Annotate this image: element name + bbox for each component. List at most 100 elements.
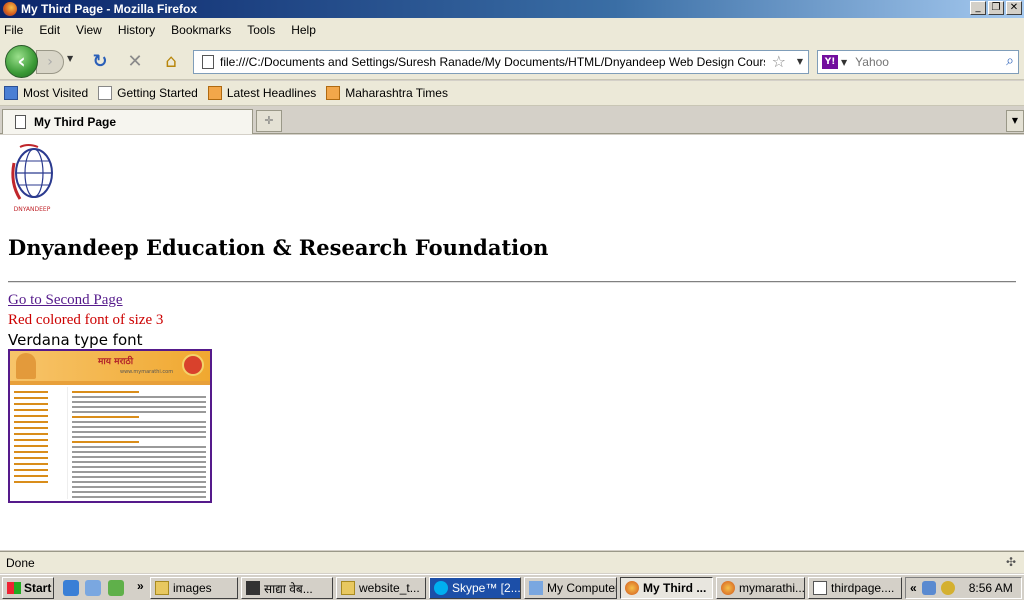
resize-grip-icon[interactable]: ✣ — [1002, 555, 1020, 571]
page-icon — [202, 55, 214, 69]
reload-icon[interactable]: ↻ — [89, 51, 111, 73]
window-controls: _ ❐ ✕ — [970, 1, 1022, 15]
task-my-computer[interactable]: My Computer — [524, 577, 617, 599]
quicklaunch-icon[interactable] — [85, 580, 101, 596]
bookmark-star-icon[interactable]: ☆ — [772, 52, 786, 71]
close-button[interactable]: ✕ — [1006, 1, 1022, 15]
start-button[interactable]: Start — [2, 577, 54, 599]
task-mymarathi[interactable]: mymarathi... — [716, 577, 805, 599]
mymarathi-image-link[interactable]: माय मराठी www.mymarathi.com — [8, 349, 212, 503]
computer-icon — [529, 581, 543, 595]
thumb-main — [72, 391, 206, 501]
address-bar[interactable]: file:///C:/Documents and Settings/Suresh… — [193, 50, 809, 74]
bookmark-latest-headlines[interactable]: Latest Headlines — [207, 86, 317, 100]
page-icon — [98, 86, 113, 100]
url-text[interactable]: file:///C:/Documents and Settings/Suresh… — [220, 55, 765, 69]
list-all-tabs-button[interactable]: ▼ — [1006, 110, 1024, 132]
restore-button[interactable]: ❐ — [988, 1, 1004, 15]
task-images[interactable]: images — [150, 577, 238, 599]
bookmarks-toolbar: Most Visited Getting Started Latest Head… — [0, 81, 1024, 106]
task-label: My Computer — [547, 581, 617, 595]
menu-help[interactable]: Help — [291, 23, 316, 37]
thumb-title: माय मराठी — [98, 357, 134, 367]
bookmark-most-visited[interactable]: Most Visited — [4, 86, 88, 100]
title-bar: My Third Page - Mozilla Firefox _ ❐ ✕ — [0, 0, 1024, 18]
firefox-icon — [3, 2, 17, 16]
search-icon[interactable]: ⌕ — [1006, 53, 1014, 69]
page-heading: Dnyandeep Education & Research Foundatio… — [8, 235, 549, 260]
most-visited-icon — [4, 86, 18, 100]
history-dropdown-icon[interactable]: ▼ — [67, 54, 73, 63]
menu-edit[interactable]: Edit — [39, 23, 60, 37]
thumb-nav — [14, 391, 56, 487]
go-to-second-page-link[interactable]: Go to Second Page — [8, 292, 123, 309]
search-bar[interactable]: Y! ▼ ⌕ — [817, 50, 1019, 74]
status-bar: Done ✣ — [0, 551, 1024, 573]
thumb-portrait — [16, 353, 36, 379]
menu-file[interactable]: File — [4, 23, 23, 37]
bookmark-getting-started[interactable]: Getting Started — [98, 86, 198, 100]
network-icon[interactable] — [921, 581, 936, 595]
bookmark-label: Most Visited — [23, 86, 89, 100]
search-input[interactable] — [855, 55, 996, 69]
notepad-icon — [813, 581, 827, 595]
tab-strip: My Third Page ✛ ▼ — [0, 107, 1024, 134]
menu-bar: File Edit View History Bookmarks Tools H… — [0, 18, 1024, 42]
logo-text: DNYANDEEP — [14, 206, 51, 213]
menu-bookmarks[interactable]: Bookmarks — [171, 23, 231, 37]
stop-icon[interactable]: ✕ — [124, 51, 146, 73]
rss-feed-icon — [326, 86, 341, 100]
menu-history[interactable]: History — [118, 23, 155, 37]
task-marathi-page[interactable]: साद्या वेब... — [241, 577, 333, 599]
internet-explorer-icon[interactable] — [63, 580, 79, 596]
folder-icon — [341, 581, 355, 595]
task-thirdpage[interactable]: thirdpage.... — [808, 577, 902, 599]
menu-tools[interactable]: Tools — [247, 23, 275, 37]
thumb-column — [60, 387, 68, 499]
firefox-icon — [721, 581, 735, 595]
forward-button[interactable]: › — [36, 50, 64, 74]
task-skype[interactable]: Skype™ [2... — [429, 577, 521, 599]
quicklaunch-icon[interactable] — [108, 580, 124, 596]
search-engine-dropdown-icon[interactable]: ▼ — [841, 58, 847, 67]
quicklaunch-more-icon[interactable]: » — [137, 579, 144, 593]
red-font-text: Red colored font of size 3 — [8, 312, 164, 328]
task-label: images — [173, 581, 212, 595]
firefox-icon — [625, 581, 639, 595]
tray-expand-icon[interactable]: « — [910, 581, 917, 595]
task-my-third-page[interactable]: My Third ... — [620, 577, 713, 599]
thumb-url: www.mymarathi.com — [120, 369, 174, 375]
rss-feed-icon — [207, 86, 222, 100]
back-button[interactable]: ‹ — [5, 45, 38, 78]
window-title: My Third Page - Mozilla Firefox — [21, 2, 198, 16]
tab-label: My Third Page — [34, 115, 117, 129]
bookmark-label: Maharashtra Times — [345, 86, 448, 100]
notification-icon[interactable] — [940, 581, 955, 595]
url-dropdown-icon[interactable]: ▼ — [797, 57, 803, 66]
home-icon[interactable]: ⌂ — [160, 51, 182, 73]
page-icon — [15, 115, 26, 129]
task-label: mymarathi... — [739, 581, 805, 595]
windows-taskbar: Start » images साद्या वेब... website_t..… — [0, 574, 1024, 600]
bookmark-label: Getting Started — [117, 86, 198, 100]
skype-icon — [434, 581, 448, 595]
menu-view[interactable]: View — [76, 23, 102, 37]
navigation-toolbar: › ‹ ▼ ↻ ✕ ⌂ file:///C:/Documents and Set… — [0, 42, 1024, 80]
dnyandeep-logo: DNYANDEEP — [11, 144, 53, 213]
task-label: website_t... — [359, 581, 420, 595]
minimize-button[interactable]: _ — [970, 1, 986, 15]
system-tray: « 8:56 AM — [905, 577, 1022, 599]
new-tab-button[interactable]: ✛ — [256, 110, 282, 132]
folder-icon — [155, 581, 169, 595]
bookmark-maharashtra-times[interactable]: Maharashtra Times — [326, 86, 448, 100]
yahoo-icon[interactable]: Y! — [822, 55, 838, 69]
start-label: Start — [24, 581, 52, 595]
status-text: Done — [6, 555, 35, 570]
bookmark-label: Latest Headlines — [226, 86, 317, 100]
thumb-bar — [10, 381, 210, 385]
task-label: Skype™ [2... — [452, 581, 521, 595]
task-label: thirdpage.... — [831, 581, 895, 595]
task-label: साद्या वेब... — [264, 581, 313, 596]
task-website[interactable]: website_t... — [336, 577, 426, 599]
tab-my-third-page[interactable]: My Third Page — [2, 109, 253, 134]
